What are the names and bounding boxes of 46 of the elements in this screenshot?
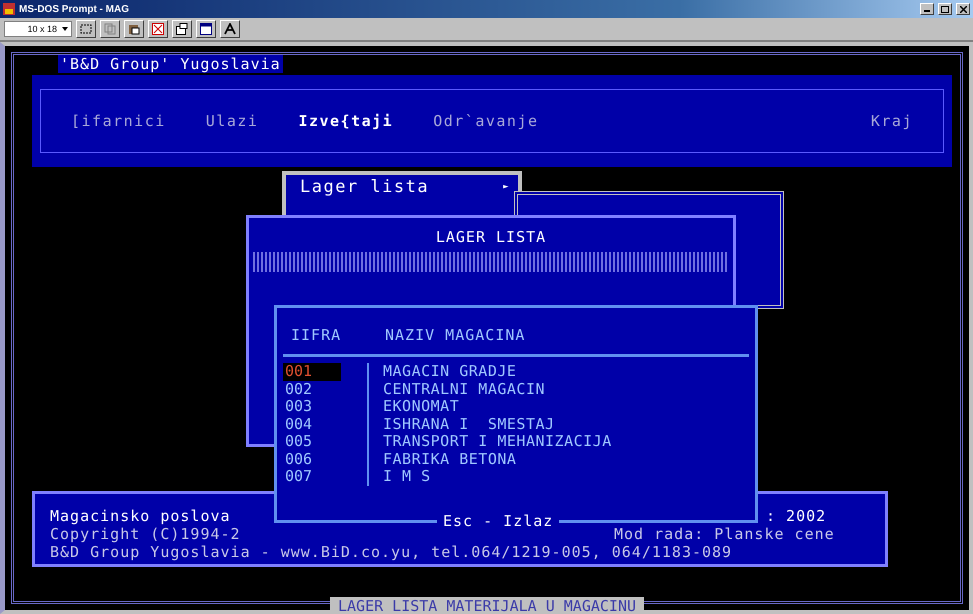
name-cell-text: MAGACIN GRADJE: [383, 363, 518, 380]
code-cell[interactable]: 004: [283, 416, 341, 433]
app-title: 'B&D Group' Yugoslavia: [58, 55, 283, 73]
font-icon[interactable]: [220, 20, 240, 38]
mark-icon[interactable]: [76, 20, 96, 38]
name-cell-text: ISHRANA I SMESTAJ: [383, 416, 556, 433]
info-text: : 2002: [766, 507, 826, 525]
name-cell-text: FABRIKA BETONA: [383, 450, 518, 468]
menu-item[interactable]: Kraj: [870, 112, 913, 130]
code-cell[interactable]: 007: [283, 468, 341, 486]
code-cell[interactable]: 006: [283, 450, 341, 468]
caret-icon: [61, 25, 69, 33]
info-text: Magacinsko poslova: [50, 507, 231, 525]
menu-item[interactable]: Ulazi: [206, 112, 258, 130]
copy-icon[interactable]: [100, 20, 120, 38]
properties-icon[interactable]: [172, 20, 192, 38]
name-cell-text: CENTRALNI MAGACIN: [383, 380, 546, 398]
column-header: NAZIV MAGACINA: [385, 326, 526, 344]
paste-icon[interactable]: [124, 20, 144, 38]
code-cell[interactable]: 005: [283, 433, 341, 450]
info-text: Mod rada: Planske cene: [614, 525, 835, 543]
name-cell-text: I M S: [383, 468, 432, 486]
close-icon: [960, 6, 966, 12]
menu-item[interactable]: Izve{taji: [298, 112, 394, 130]
menu-item[interactable]: [ifarnici: [71, 112, 166, 130]
fullscreen-icon[interactable]: [148, 20, 168, 38]
info-text: B&D Group Yugoslavia - www.BiD.co.yu, tel.064/1219-005, 064/1183-089: [50, 543, 732, 561]
submenu-arrow: ►: [503, 182, 510, 192]
window-title: MS-DOS Prompt - MAG: [19, 4, 129, 14]
font-size-dropdown[interactable]: 10 x 18: [4, 21, 72, 37]
column-header: IIFRA: [291, 326, 342, 344]
menu-item[interactable]: Odr`avanje: [433, 112, 539, 130]
minimize-button[interactable]: [920, 3, 934, 15]
maximize-icon: [941, 6, 949, 12]
close-button[interactable]: [956, 3, 970, 15]
status-text: LAGER LISTA MATERIJALA U MAGACINU: [330, 597, 644, 614]
maximize-button[interactable]: [938, 3, 952, 15]
name-cell-text: EKONOMAT: [383, 398, 460, 416]
code-cell[interactable]: 002: [283, 380, 341, 398]
submenu-item[interactable]: Lager lista ►: [286, 175, 518, 199]
name-cell: TRANSPORT I MEHANIZACIJA: [383, 433, 612, 450]
info-text: Copyright (C)1994-2: [50, 525, 241, 543]
code-cell[interactable]: 003: [283, 398, 341, 416]
code-cell[interactable]: 001: [283, 363, 341, 380]
dialog-title: LAGER LISTA: [434, 227, 548, 246]
background-icon[interactable]: [196, 20, 216, 38]
